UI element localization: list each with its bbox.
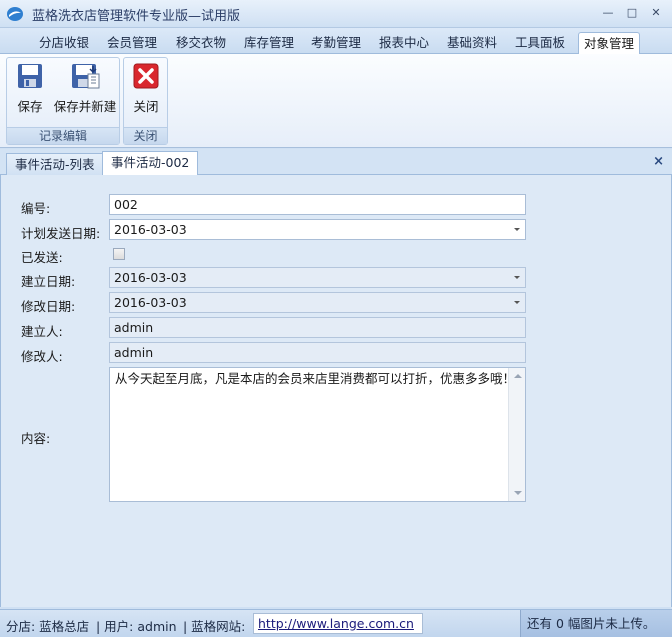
- save-button[interactable]: 保存: [13, 62, 47, 115]
- tab-base-data[interactable]: 基础资料: [442, 32, 502, 54]
- status-user: | 用户: admin: [96, 619, 177, 634]
- close-tab-icon[interactable]: ×: [653, 154, 664, 169]
- tab-tools[interactable]: 工具面板: [510, 32, 570, 54]
- plan-date-value: 2016-03-03: [114, 222, 187, 237]
- tab-reports[interactable]: 报表中心: [374, 32, 434, 54]
- ribbon-group-close: 关闭 关闭: [123, 57, 168, 145]
- code-label: 编号:: [21, 201, 51, 216]
- tab-object-management[interactable]: 对象管理: [578, 32, 640, 54]
- status-store: 分店: 蓝格总店: [6, 619, 90, 634]
- tab-transfer-clothes[interactable]: 移交衣物: [171, 32, 231, 54]
- doc-tab-event-list[interactable]: 事件活动-列表: [6, 153, 104, 175]
- content-scrollbar[interactable]: [508, 368, 525, 501]
- app-logo-icon: [7, 7, 23, 21]
- sent-checkbox[interactable]: [113, 248, 125, 260]
- content-text: 从今天起至月底，凡是本店的会员来店里消费都可以打折，优惠多多哦！: [115, 371, 516, 386]
- close-form-label: 关闭: [133, 99, 159, 114]
- upload-notice: 还有 0 幅图片未上传。: [520, 610, 672, 637]
- event-form: 编号: 002 计划发送日期: 2016-03-03 已发送: 建立日期: 20…: [0, 175, 672, 607]
- minimize-button[interactable]: —: [600, 6, 616, 20]
- save-label: 保存: [17, 99, 43, 114]
- dropdown-arrow-icon[interactable]: [514, 301, 520, 304]
- save-new-icon: [72, 64, 100, 89]
- plan-date-picker[interactable]: 2016-03-03: [109, 219, 526, 240]
- created-date-label: 建立日期:: [21, 274, 76, 289]
- creator-label: 建立人:: [21, 324, 63, 339]
- code-field[interactable]: 002: [109, 194, 526, 215]
- document-tabs: 事件活动-列表 事件活动-002 ×: [0, 149, 672, 175]
- save-and-new-label: 保存并新建: [53, 99, 117, 114]
- modified-date-value: 2016-03-03: [114, 295, 187, 310]
- ribbon-group-record-edit: 保存 保存并新建 记录编辑: [6, 57, 120, 145]
- scroll-down-icon[interactable]: [514, 491, 522, 495]
- status-bar: 分店: 蓝格总店 | 用户: admin | 蓝格网站: http://www.…: [0, 609, 672, 637]
- doc-tab-event-002[interactable]: 事件活动-002: [102, 151, 199, 175]
- title-bar: 蓝格洗衣店管理软件专业版—试用版 — □ ✕: [0, 0, 672, 28]
- sent-label: 已发送:: [21, 250, 63, 265]
- dropdown-arrow-icon[interactable]: [514, 228, 520, 231]
- close-form-button[interactable]: 关闭: [128, 62, 164, 115]
- close-window-button[interactable]: ✕: [648, 6, 664, 20]
- modifier-field[interactable]: admin: [109, 342, 526, 363]
- tab-member-management[interactable]: 会员管理: [102, 32, 162, 54]
- maximize-button[interactable]: □: [624, 6, 640, 20]
- window-title: 蓝格洗衣店管理软件专业版—试用版: [32, 9, 241, 24]
- ribbon-group-label-close: 关闭: [124, 127, 167, 144]
- tab-attendance[interactable]: 考勤管理: [306, 32, 366, 54]
- modified-date-picker[interactable]: 2016-03-03: [109, 292, 526, 313]
- created-date-value: 2016-03-03: [114, 270, 187, 285]
- scroll-up-icon[interactable]: [514, 374, 522, 378]
- tab-inventory[interactable]: 库存管理: [239, 32, 299, 54]
- content-textarea[interactable]: 从今天起至月底，凡是本店的会员来店里消费都可以打折，优惠多多哦！: [109, 367, 526, 502]
- website-link[interactable]: http://www.lange.com.cn: [253, 613, 423, 634]
- content-label: 内容:: [21, 431, 51, 446]
- created-date-picker[interactable]: 2016-03-03: [109, 267, 526, 288]
- creator-field[interactable]: admin: [109, 317, 526, 338]
- status-site-label: | 蓝格网站:: [183, 619, 246, 634]
- dropdown-arrow-icon[interactable]: [514, 276, 520, 279]
- tab-store-cashier[interactable]: 分店收银: [34, 32, 94, 54]
- modified-date-label: 修改日期:: [21, 299, 76, 314]
- menu-bar: 分店收银 会员管理 移交衣物 库存管理 考勤管理 报表中心 基础资料 工具面板 …: [0, 28, 672, 54]
- ribbon-group-label-record-edit: 记录编辑: [7, 127, 119, 144]
- save-and-new-button[interactable]: 保存并新建: [51, 62, 119, 115]
- plan-date-label: 计划发送日期:: [21, 226, 101, 241]
- close-red-icon: [133, 63, 159, 89]
- save-icon: [18, 64, 42, 88]
- ribbon: 保存 保存并新建 记录编辑 关闭 关闭: [0, 54, 672, 148]
- modifier-label: 修改人:: [21, 349, 63, 364]
